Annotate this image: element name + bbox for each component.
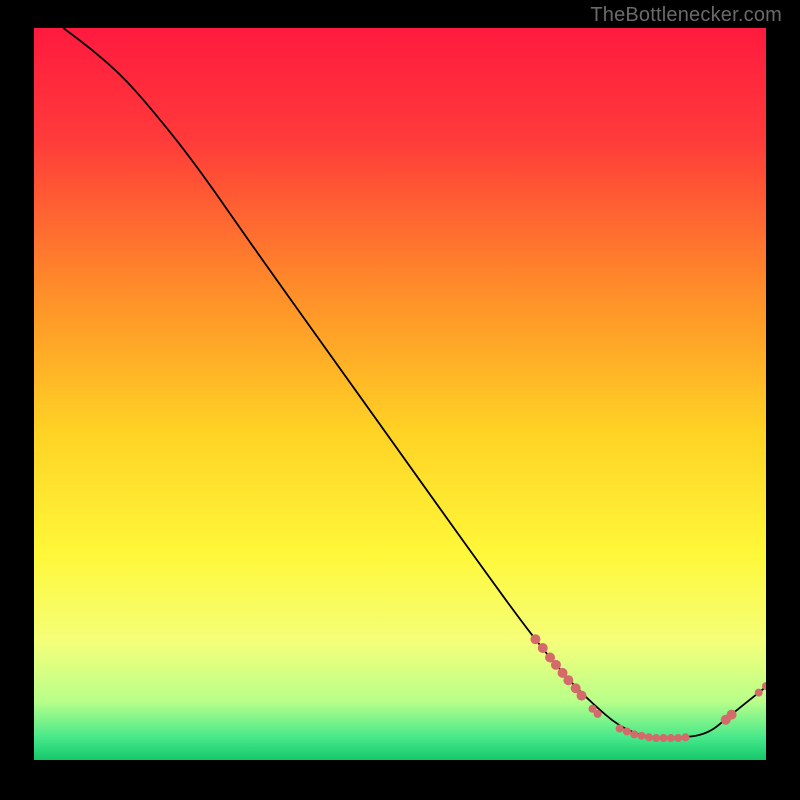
data-marker bbox=[667, 734, 675, 742]
data-marker bbox=[616, 725, 624, 733]
data-marker bbox=[563, 675, 573, 685]
data-marker bbox=[623, 727, 631, 735]
data-marker bbox=[674, 734, 682, 742]
data-marker bbox=[538, 643, 548, 653]
data-marker bbox=[652, 734, 660, 742]
data-marker bbox=[660, 734, 668, 742]
data-marker bbox=[638, 732, 646, 740]
data-marker bbox=[727, 710, 737, 720]
data-marker bbox=[594, 710, 602, 718]
data-marker bbox=[681, 733, 689, 741]
attribution-text: TheBottlenecker.com bbox=[590, 4, 782, 27]
plot-area bbox=[34, 28, 766, 760]
data-marker bbox=[630, 730, 638, 738]
data-marker bbox=[645, 733, 653, 741]
chart-svg bbox=[34, 28, 766, 760]
data-marker bbox=[530, 634, 540, 644]
data-marker bbox=[551, 660, 561, 670]
chart-container: TheBottlenecker.com bbox=[0, 0, 800, 800]
data-marker bbox=[755, 689, 763, 697]
data-marker bbox=[577, 691, 587, 701]
gradient-background bbox=[34, 28, 766, 760]
